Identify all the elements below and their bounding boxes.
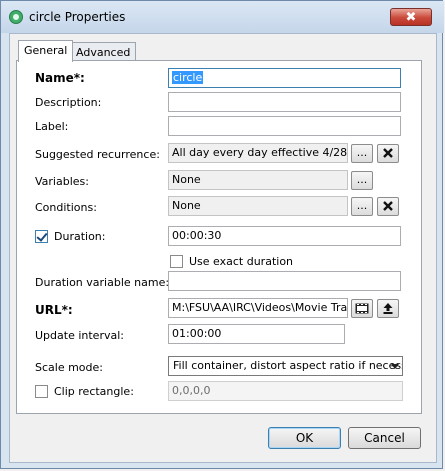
app-icon [9,10,23,24]
label-field[interactable] [168,116,401,136]
label-label: Label: [35,120,69,133]
update-interval-field[interactable]: 01:00:00 [168,324,345,344]
url-browse-button[interactable] [351,299,373,318]
duration-label: Duration: [54,230,106,243]
close-button[interactable]: ✖ [390,8,432,26]
exact-duration-label: Use exact duration [189,255,294,268]
url-field[interactable]: M:\FSU\AA\IRC\Videos\Movie Trailers [168,298,348,318]
upload-icon [383,303,393,314]
conditions-edit-button[interactable]: ... [351,197,373,216]
url-upload-button[interactable] [377,299,399,318]
variables-field: None [168,170,348,190]
exact-duration-checkbox[interactable] [170,255,183,268]
clip-rectangle-label: Clip rectangle: [54,385,134,398]
variables-edit-button[interactable]: ... [351,171,373,190]
chevron-down-icon [391,364,399,369]
clip-rectangle-checkbox[interactable] [35,385,48,398]
recurrence-label: Suggested recurrence: [35,148,160,161]
window-title: circle Properties [29,10,126,24]
scale-mode-select[interactable]: Fill container, distort aspect ratio if … [168,356,403,376]
title-bar[interactable]: circle Properties ✖ [1,1,444,33]
name-field[interactable]: circle [168,68,401,88]
url-label: URL*: [35,303,73,317]
duration-variable-field[interactable] [168,271,401,291]
scale-mode-value: Fill container, distort aspect ratio if … [173,359,403,372]
name-label: Name*: [35,71,85,85]
ok-button[interactable]: OK [268,427,341,449]
description-field[interactable] [168,92,401,112]
tab-advanced[interactable]: Advanced [70,42,137,62]
conditions-clear-button[interactable] [377,197,399,216]
recurrence-clear-button[interactable] [377,144,399,163]
duration-checkbox[interactable] [35,230,48,243]
name-value: circle [172,71,204,84]
duration-field[interactable]: 00:00:30 [168,226,401,246]
cancel-button[interactable]: Cancel [348,427,421,449]
variables-label: Variables: [35,175,89,188]
recurrence-field: All day every day effective 4/28/2017 [168,143,348,163]
conditions-field: None [168,196,348,216]
recurrence-edit-button[interactable]: ... [351,144,373,163]
duration-variable-label: Duration variable name: [35,276,170,289]
tab-general[interactable]: General [18,40,74,62]
film-icon [355,303,369,314]
description-label: Description: [35,96,102,109]
clip-rectangle-field: 0,0,0,0 [168,381,403,401]
x-icon [383,148,393,158]
x-icon [383,201,393,211]
update-interval-label: Update interval: [35,329,124,342]
scale-mode-label: Scale mode: [35,361,103,374]
conditions-label: Conditions: [35,201,97,214]
